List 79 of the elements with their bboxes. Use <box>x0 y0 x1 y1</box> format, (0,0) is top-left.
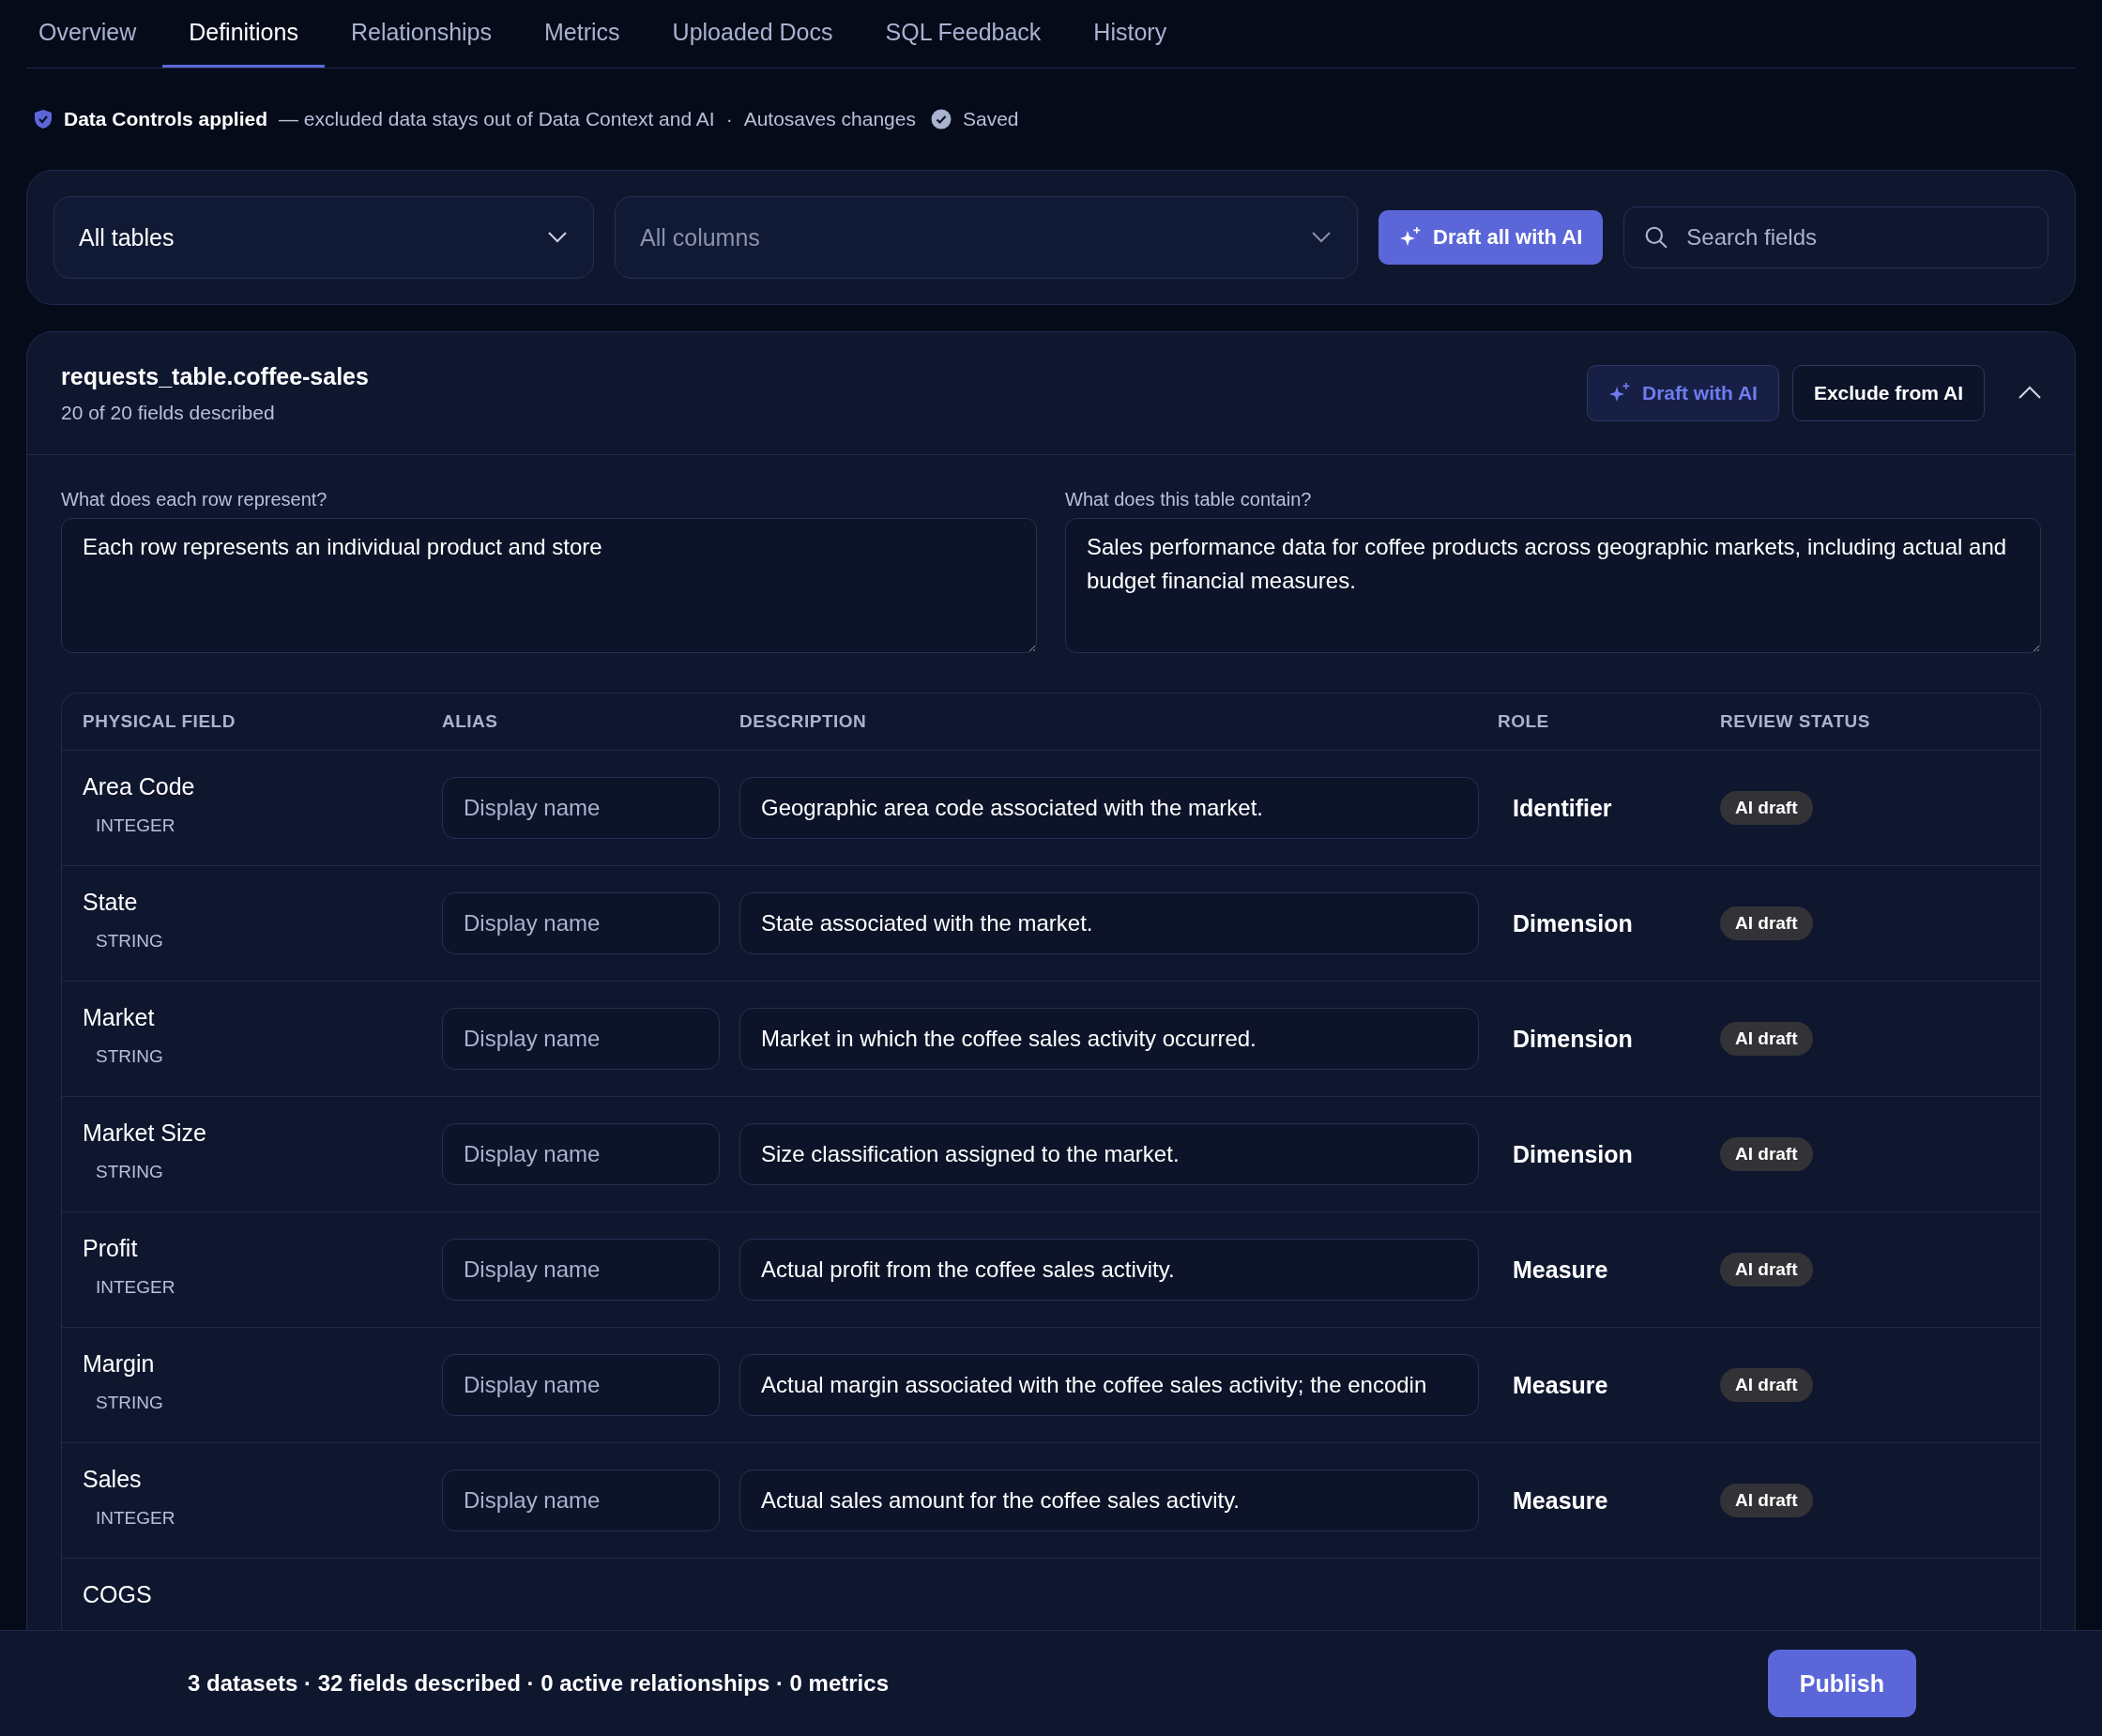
role-text: Measure <box>1513 1486 1608 1514</box>
chevron-down-icon <box>1312 232 1331 243</box>
column-header: DESCRIPTION <box>739 711 868 732</box>
autosave-label: Autosaves changes <box>743 108 916 130</box>
data-controls-note: — excluded data stays out of Data Context and AI <box>279 108 715 130</box>
field-type: STRING <box>96 1162 163 1182</box>
search-icon <box>1644 225 1669 250</box>
publish-button[interactable]: Publish <box>1767 1650 1916 1717</box>
tables-dropdown[interactable]: All tables <box>53 196 594 279</box>
tab[interactable]: Definitions <box>162 0 325 68</box>
separator-dot: · <box>725 108 733 130</box>
saved-label: Saved <box>962 108 1019 130</box>
alias-field[interactable]: Display name <box>442 1470 720 1531</box>
column-header: REVIEW STATUS <box>1720 711 1871 732</box>
description-field[interactable]: Size classification assigned to the market. <box>739 1123 1479 1185</box>
tab[interactable]: SQL Feedback <box>859 0 1068 68</box>
field-name: COGS <box>83 1581 152 1608</box>
alias-field[interactable]: Display name <box>442 892 720 954</box>
tab[interactable]: Metrics <box>518 0 647 68</box>
field-name: State <box>83 889 138 916</box>
description-field[interactable]: Geographic area code associated with the market. <box>739 777 1479 839</box>
tab[interactable]: History <box>1067 0 1194 68</box>
question-label: What does each row represent? <box>61 489 328 510</box>
check-circle-icon <box>930 109 952 129</box>
description-field[interactable]: Actual margin associated with the coffee sales activity; the encodin <box>739 1354 1479 1416</box>
chevron-down-icon <box>548 232 567 243</box>
field-name: Area Code <box>83 773 195 800</box>
field-name: Market Size <box>83 1119 206 1147</box>
description-field[interactable]: Actual sales amount for the coffee sales activity. <box>739 1470 1479 1531</box>
status-badge: AI draft <box>1720 1484 1813 1517</box>
status-badge: AI draft <box>1720 1368 1813 1402</box>
dataset-name: requests_table.coffee-sales <box>61 362 369 390</box>
role-text: Dimension <box>1513 1140 1633 1167</box>
search-field[interactable]: Search fields <box>1623 206 2049 268</box>
field-name: Margin <box>83 1350 155 1378</box>
answer-field[interactable]: Sales performance data for coffee products across geographic markets, including actual and budget financial measures. <box>1065 518 2041 653</box>
alias-field[interactable]: Display name <box>442 1239 720 1301</box>
tab[interactable]: Relationships <box>324 0 518 68</box>
role-text: Dimension <box>1513 909 1633 937</box>
status-badge: AI draft <box>1720 1137 1813 1171</box>
status-badge: AI draft <box>1720 906 1813 940</box>
field-name: Market <box>83 1004 155 1031</box>
description-field[interactable]: Market in which the coffee sales activity occurred. <box>739 1008 1479 1070</box>
column-header: PHYSICAL FIELD <box>83 711 236 732</box>
field-name: Profit <box>83 1235 138 1262</box>
tab[interactable]: Overview <box>26 0 163 68</box>
field-type: STRING <box>96 1046 163 1067</box>
role-text: Measure <box>1513 1371 1608 1398</box>
role-text: Measure <box>1513 1256 1608 1283</box>
field-name: Sales <box>83 1466 142 1493</box>
column-header: ROLE <box>1498 711 1550 732</box>
field-type: INTEGER <box>96 1508 175 1529</box>
description-field[interactable]: State associated with the market. <box>739 892 1479 954</box>
field-type: INTEGER <box>96 815 175 836</box>
role-text: Identifier <box>1513 794 1612 821</box>
exclude-from-ai-button[interactable]: Exclude from AI <box>1791 365 1985 421</box>
field-type: STRING <box>96 931 163 952</box>
column-header: ALIAS <box>442 711 499 732</box>
status-badge: AI draft <box>1720 1022 1813 1056</box>
alias-field[interactable]: Display name <box>442 1123 720 1185</box>
alias-field[interactable]: Display name <box>442 1354 720 1416</box>
alias-field[interactable]: Display name <box>442 777 720 839</box>
field-type: INTEGER <box>96 1277 175 1298</box>
draft-with-ai-button[interactable]: Draft with AI <box>1587 365 1779 421</box>
description-field[interactable]: Actual profit from the coffee sales activity. <box>739 1239 1479 1301</box>
question-label: What does this table contain? <box>1065 489 1313 510</box>
alias-field[interactable]: Display name <box>442 1008 720 1070</box>
field-type: STRING <box>96 1393 163 1413</box>
answer-field[interactable]: Each row represents an individual product and store <box>61 518 1037 653</box>
footer-summary: 3 datasets · 32 fields described · 0 active relationships · 0 metrics <box>188 1670 889 1697</box>
dataset-summary: 20 of 20 fields described <box>61 401 276 424</box>
status-badge: AI draft <box>1720 791 1813 825</box>
data-controls-title: Data Controls applied <box>64 108 268 130</box>
columns-dropdown[interactable]: All columns <box>615 196 1358 279</box>
tab[interactable]: Uploaded Docs <box>646 0 860 68</box>
shield-icon <box>34 109 53 129</box>
status-badge: AI draft <box>1720 1253 1813 1287</box>
role-text: Dimension <box>1513 1025 1633 1052</box>
draft-all-button[interactable]: Draft all with AI <box>1378 210 1604 265</box>
